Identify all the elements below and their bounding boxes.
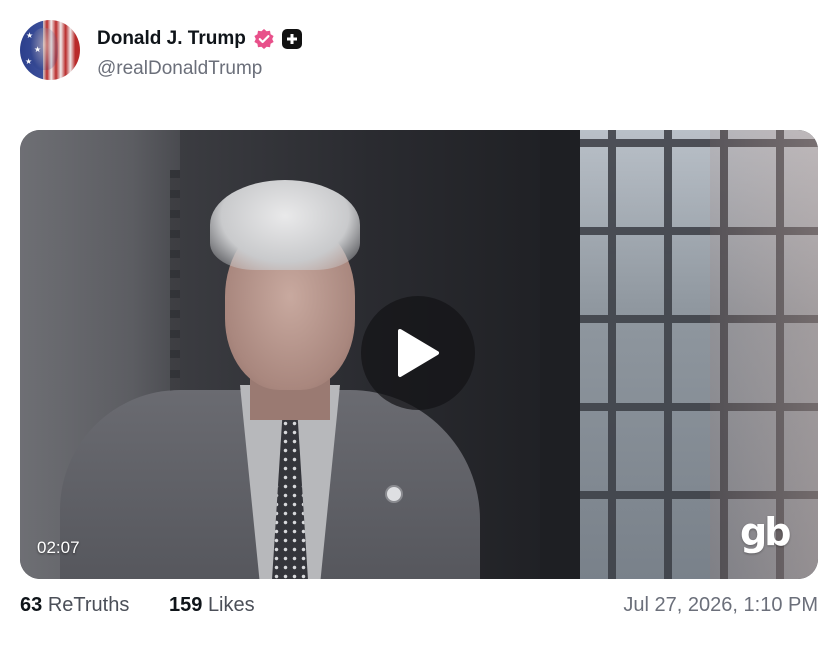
author-display-name[interactable]: Donald J. Trump — [97, 28, 246, 50]
avatar[interactable]: ★ ★ ★ — [20, 20, 80, 80]
plus-badge-icon — [281, 29, 302, 49]
star-icon: ★ — [26, 31, 34, 40]
likes-count: 159 — [169, 594, 203, 616]
lapel-pin — [385, 485, 403, 503]
likes-stat[interactable]: 159 Likes — [169, 594, 255, 617]
likes-label: Likes — [207, 594, 255, 616]
star-icon: ★ — [25, 57, 33, 66]
video-watermark-logo: gb — [740, 510, 791, 554]
video-person-hair — [210, 180, 360, 270]
author-name-row: Donald J. Trump — [97, 27, 302, 51]
author-handle[interactable]: @realDonaldTrump — [97, 58, 262, 80]
play-button[interactable] — [361, 296, 475, 410]
video-player[interactable]: 02:07 gb — [20, 130, 818, 579]
retruths-count: 63 — [20, 594, 43, 616]
post-footer: 63 ReTruths 159 Likes Jul 27, 2026, 1:10… — [20, 594, 818, 624]
video-window-frame — [540, 130, 580, 579]
post-timestamp[interactable]: Jul 27, 2026, 1:10 PM — [623, 594, 818, 617]
video-duration: 02:07 — [37, 538, 80, 557]
verified-badge-icon — [253, 28, 275, 50]
retruths-stat[interactable]: 63 ReTruths — [20, 594, 129, 617]
retruths-label: ReTruths — [47, 594, 130, 616]
post-header: ★ ★ ★ Donald J. Trump @realDonaldTrump — [20, 20, 820, 82]
star-icon: ★ — [34, 45, 42, 54]
play-icon — [398, 329, 439, 377]
